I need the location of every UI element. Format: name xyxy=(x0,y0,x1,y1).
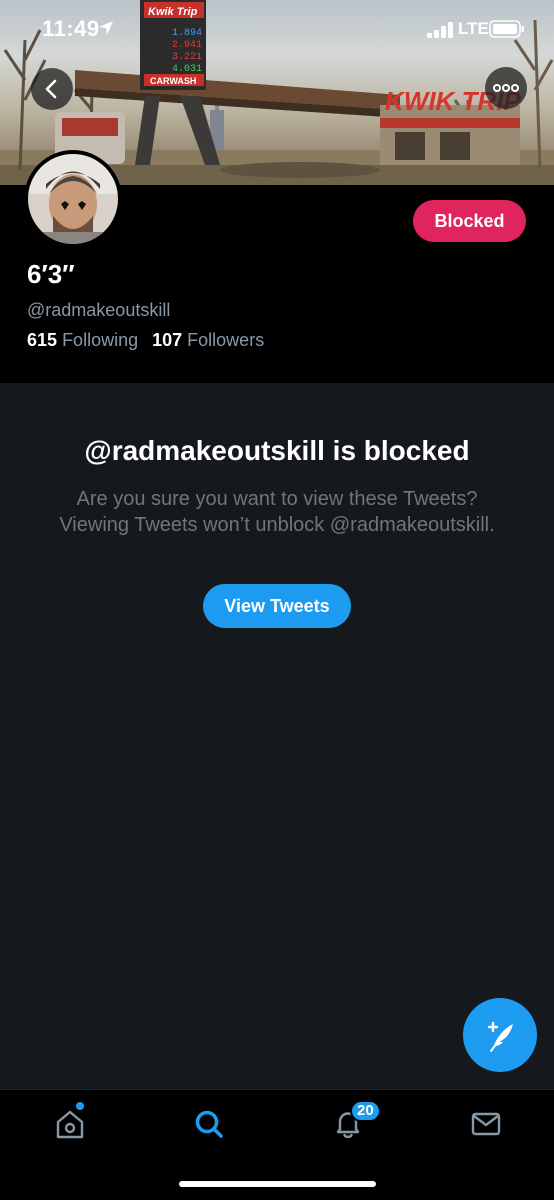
follow-stats: 615 Following 107 Followers xyxy=(27,330,264,351)
tab-home[interactable] xyxy=(50,1104,90,1144)
following-link[interactable]: 615 Following xyxy=(27,330,138,350)
notifications-badge: 20 xyxy=(350,1100,381,1122)
network-type: LTE xyxy=(458,19,489,38)
view-tweets-button[interactable]: View Tweets xyxy=(203,584,351,628)
tab-messages[interactable] xyxy=(466,1104,506,1144)
price-4: 4.031 xyxy=(172,64,202,75)
location-arrow-icon xyxy=(99,21,113,35)
home-new-indicator xyxy=(76,1102,84,1110)
blocked-description: Are you sure you want to view these Twee… xyxy=(59,488,495,536)
avatar[interactable] xyxy=(24,150,122,248)
compose-feather-icon xyxy=(487,1021,513,1052)
blocked-title: @radmakeoutskill is blocked xyxy=(84,435,470,466)
profile-handle: @radmakeoutskill xyxy=(27,300,171,320)
more-options-button[interactable] xyxy=(485,67,527,109)
home-indicator-bar[interactable] xyxy=(179,1181,376,1187)
back-button[interactable] xyxy=(31,68,73,110)
battery-icon xyxy=(489,20,524,38)
search-icon xyxy=(195,1110,223,1138)
status-time: 11:49 xyxy=(42,16,100,41)
carwash-sign: CARWASH xyxy=(150,76,196,86)
messages-icon xyxy=(471,1112,501,1136)
compose-tweet-button[interactable] xyxy=(463,998,537,1072)
followers-link[interactable]: 107 Followers xyxy=(152,330,264,350)
signal-bars-icon xyxy=(427,22,453,38)
display-name: 6′3″ xyxy=(27,259,75,289)
back-arrow-icon xyxy=(45,79,57,99)
followers-count: 107 xyxy=(152,330,183,350)
home-icon xyxy=(56,1110,84,1139)
status-bar: 11:49 LTE xyxy=(0,0,554,60)
following-label: Following xyxy=(62,330,139,350)
tab-search[interactable] xyxy=(189,1104,229,1144)
following-count: 615 xyxy=(27,330,58,350)
more-dots-icon xyxy=(493,84,519,92)
avatar-photo xyxy=(28,154,118,244)
blocked-button[interactable]: Blocked xyxy=(413,200,526,242)
followers-label: Followers xyxy=(187,330,265,350)
